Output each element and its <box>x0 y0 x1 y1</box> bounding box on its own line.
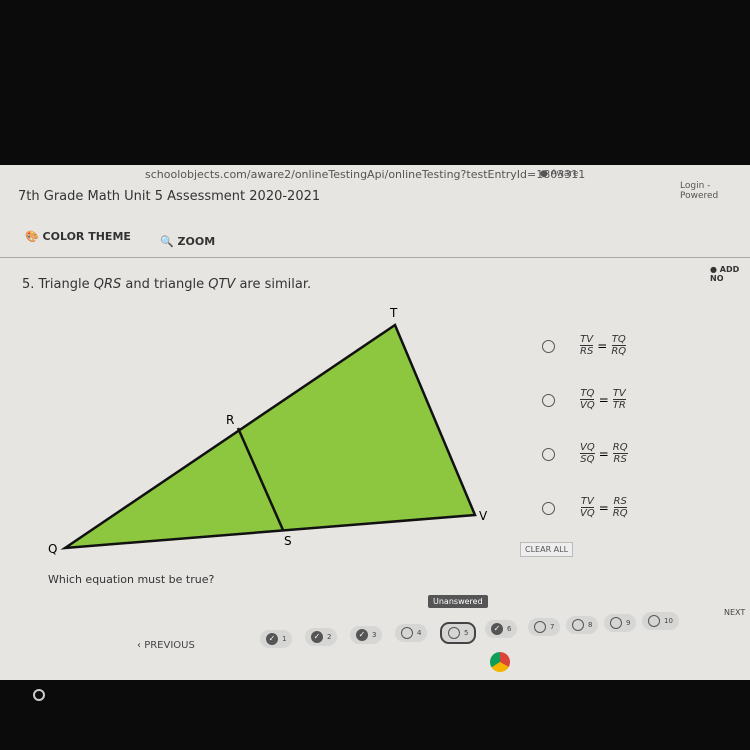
tab-label: Aware <box>550 169 579 179</box>
screen: schoolobjects.com/aware2/onlineTestingAp… <box>0 165 750 680</box>
question-nav-10[interactable]: 10 <box>642 612 679 630</box>
add-note-label: ADD NO <box>710 265 740 283</box>
answer-option[interactable]: VQ SQ = RQ RS <box>530 436 750 474</box>
equals-sign: = <box>598 500 609 515</box>
equals-sign: = <box>597 338 608 353</box>
question-number: 2 <box>327 633 332 641</box>
question-nav-4[interactable]: 4 <box>395 624 428 642</box>
answer-option[interactable]: TQ VQ = TV TR <box>530 382 750 420</box>
fraction: TV VQ <box>580 496 595 519</box>
equals-sign: = <box>598 446 609 461</box>
question-number: 6 <box>507 625 512 633</box>
label-t: T <box>389 306 398 320</box>
tab-login[interactable]: Login - Powered <box>680 181 750 201</box>
radio-button[interactable] <box>542 502 555 515</box>
label-q: Q <box>48 542 57 556</box>
question-number: 10 <box>664 617 673 625</box>
check-icon: ✓ <box>356 629 368 641</box>
triangle-qtv <box>60 323 477 550</box>
circle-icon <box>448 627 460 639</box>
label-s: S <box>284 534 292 548</box>
question-nav-6[interactable]: ✓ 6 <box>485 620 518 638</box>
check-icon: ✓ <box>491 623 503 635</box>
clear-all-button[interactable]: CLEAR ALL <box>520 542 574 557</box>
question-number: 3 <box>372 631 377 639</box>
fraction: TV RS <box>580 334 594 357</box>
chrome-icon[interactable] <box>490 652 510 672</box>
radio-button[interactable] <box>542 340 555 353</box>
radio-button[interactable] <box>542 394 555 407</box>
question-number: 7 <box>550 623 555 631</box>
radio-button[interactable] <box>542 448 555 461</box>
question-number: 5 <box>464 629 469 637</box>
question-number: 9 <box>626 619 631 627</box>
equals-sign: = <box>598 392 609 407</box>
answer-option[interactable]: TV VQ = RS RQ <box>530 490 750 528</box>
question-number: 8 <box>588 621 593 629</box>
next-button[interactable]: NEXT <box>724 608 745 617</box>
question-nav-8[interactable]: 8 <box>566 616 599 634</box>
triangle-figure: Q R S T V <box>48 306 488 556</box>
tooltip-unanswered: Unanswered <box>428 595 488 608</box>
label-r: R <box>226 413 234 427</box>
fraction: TV TR <box>612 388 626 411</box>
previous-label: PREVIOUS <box>144 640 195 651</box>
add-note-button[interactable]: ● ADD NO <box>710 265 750 283</box>
launcher-icon[interactable] <box>33 689 45 701</box>
circle-icon <box>401 627 413 639</box>
circle-icon <box>610 617 622 629</box>
question-nav-2[interactable]: ✓ 2 <box>305 628 338 646</box>
check-icon: ✓ <box>266 633 278 645</box>
fraction: RQ RS <box>612 442 628 465</box>
answer-option[interactable]: TV RS = TQ RQ <box>530 328 750 366</box>
fraction: TQ RQ <box>611 334 627 357</box>
circle-icon <box>534 621 546 633</box>
label-v: V <box>479 509 488 523</box>
question-number: 4 <box>417 629 422 637</box>
question-nav-5[interactable]: 5 <box>440 622 477 644</box>
circle-icon <box>572 619 584 631</box>
question-prompt: Which equation must be true? <box>48 573 215 586</box>
fraction: TQ VQ <box>580 388 595 411</box>
question-nav-9[interactable]: 9 <box>604 614 637 632</box>
question-nav-1[interactable]: ✓ 1 <box>260 630 293 648</box>
previous-button[interactable]: ‹ PREVIOUS <box>137 640 195 651</box>
question-nav-7[interactable]: 7 <box>528 618 561 636</box>
circle-icon <box>648 615 660 627</box>
check-icon: ✓ <box>311 631 323 643</box>
fraction: RS RQ <box>612 496 628 519</box>
tab-aware[interactable]: ● Aware <box>540 169 578 179</box>
question-nav-3[interactable]: ✓ 3 <box>350 626 383 644</box>
question-number: 1 <box>282 635 287 643</box>
fraction: VQ SQ <box>580 442 595 465</box>
